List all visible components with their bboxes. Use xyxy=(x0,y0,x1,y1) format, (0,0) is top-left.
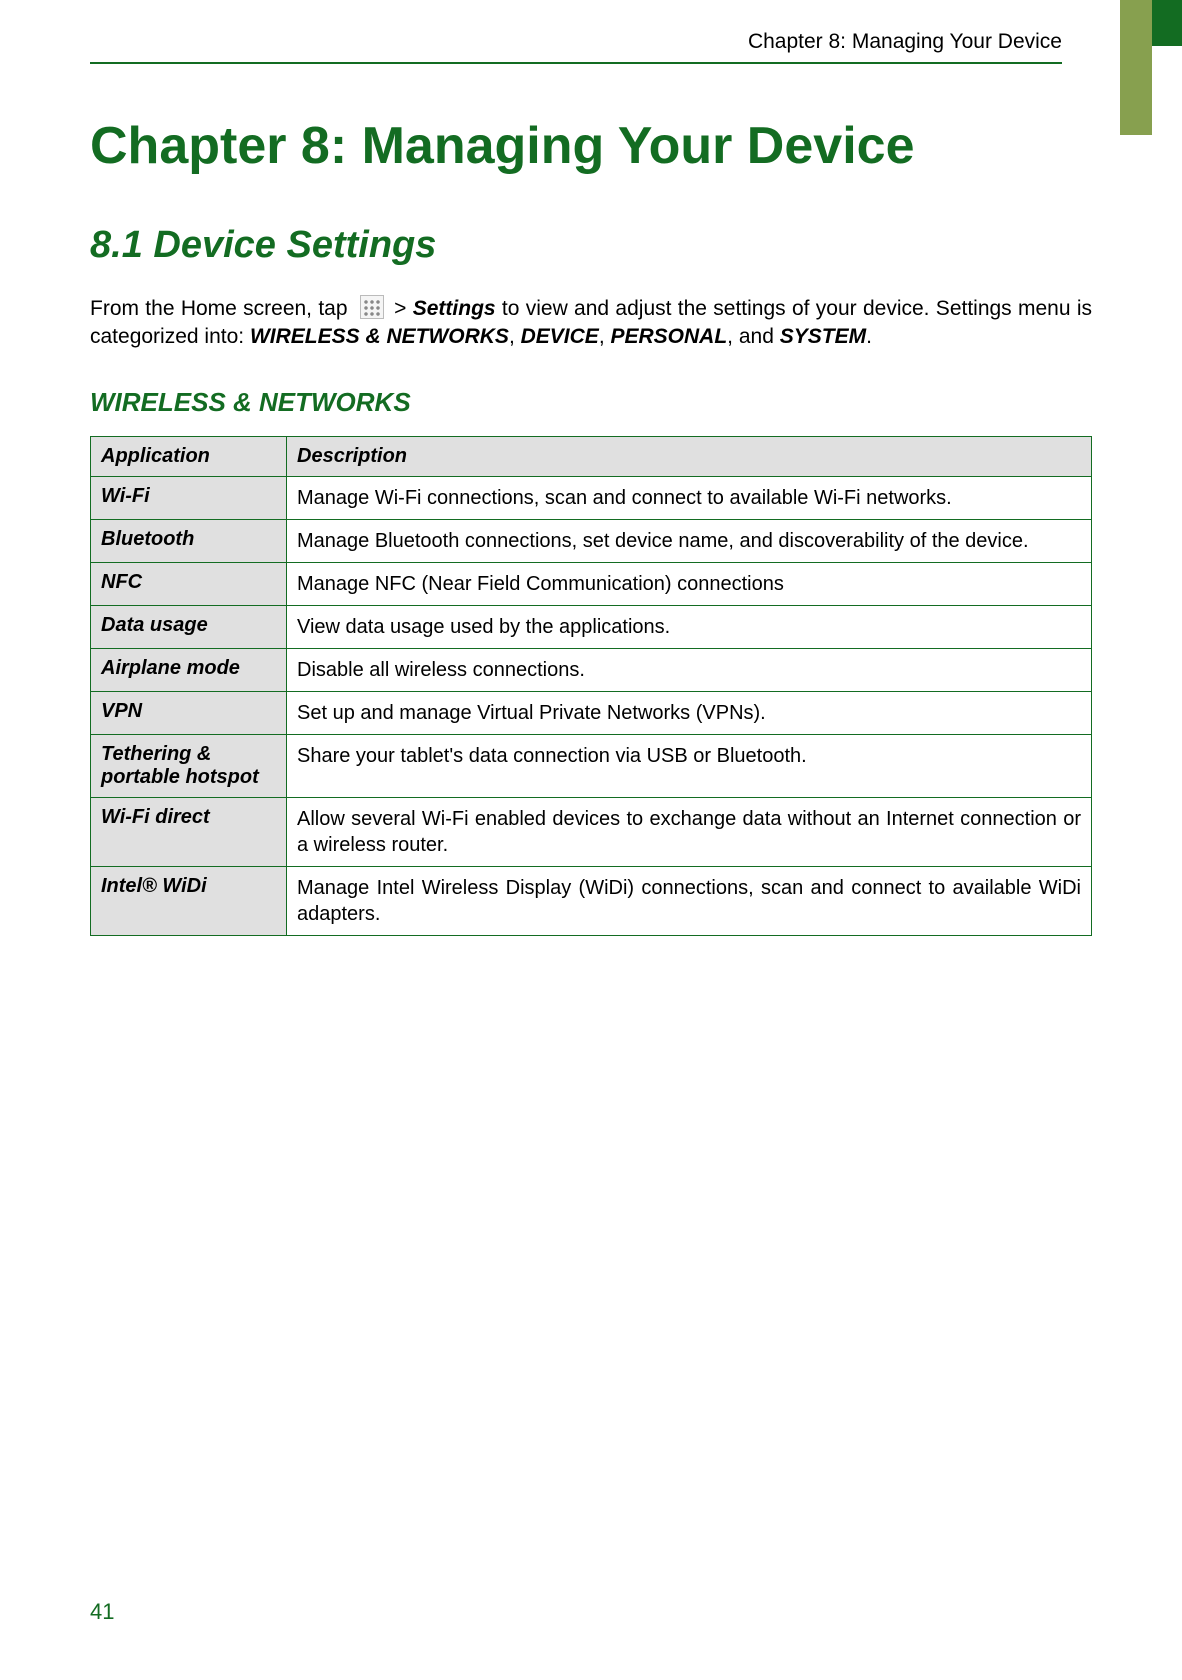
table-row: Wi-Fi direct Allow several Wi-Fi enabled… xyxy=(91,797,1092,866)
section-title: 8.1 Device Settings xyxy=(90,224,1092,267)
subsection-title: WIRELESS & NETWORKS xyxy=(90,387,1092,418)
table-header-row: Application Description xyxy=(91,436,1092,476)
desc-cell: Allow several Wi-Fi enabled devices to e… xyxy=(287,797,1092,866)
app-cell: Data usage xyxy=(91,605,287,648)
table-row: Airplane mode Disable all wireless conne… xyxy=(91,648,1092,691)
intro-end: . xyxy=(866,325,872,348)
table-row: Wi-Fi Manage Wi-Fi connections, scan and… xyxy=(91,476,1092,519)
tab-green xyxy=(1152,0,1182,46)
desc-cell: Manage Wi-Fi connections, scan and conne… xyxy=(287,476,1092,519)
cat-system: SYSTEM xyxy=(780,325,866,348)
settings-table: Application Description Wi-Fi Manage Wi-… xyxy=(90,436,1092,936)
page-corner-tabs xyxy=(1120,0,1182,135)
desc-cell: View data usage used by the applications… xyxy=(287,605,1092,648)
table-row: Bluetooth Manage Bluetooth connections, … xyxy=(91,519,1092,562)
col-header-application: Application xyxy=(91,436,287,476)
desc-cell: Manage NFC (Near Field Communication) co… xyxy=(287,562,1092,605)
app-cell: Airplane mode xyxy=(91,648,287,691)
running-header: Chapter 8: Managing Your Device xyxy=(90,30,1062,64)
settings-word: Settings xyxy=(413,297,496,320)
app-cell: Intel® WiDi xyxy=(91,866,287,935)
table-row: NFC Manage NFC (Near Field Communication… xyxy=(91,562,1092,605)
desc-cell: Share your tablet's data connection via … xyxy=(287,734,1092,797)
document-page: Chapter 8: Managing Your Device Chapter … xyxy=(0,0,1182,1680)
desc-cell: Manage Bluetooth connections, set device… xyxy=(287,519,1092,562)
col-header-description: Description xyxy=(287,436,1092,476)
app-cell: Tethering & portable hotspot xyxy=(91,734,287,797)
cat-device: DEVICE xyxy=(521,325,599,348)
desc-cell: Set up and manage Virtual Private Networ… xyxy=(287,691,1092,734)
desc-cell: Manage Intel Wireless Display (WiDi) con… xyxy=(287,866,1092,935)
app-cell: VPN xyxy=(91,691,287,734)
chapter-title: Chapter 8: Managing Your Device xyxy=(90,114,1092,179)
page-number: 41 xyxy=(90,1599,114,1625)
tab-olive xyxy=(1120,0,1152,135)
app-cell: Wi-Fi direct xyxy=(91,797,287,866)
table-row: Intel® WiDi Manage Intel Wireless Displa… xyxy=(91,866,1092,935)
intro-gt: > xyxy=(388,297,413,320)
desc-cell: Disable all wireless connections. xyxy=(287,648,1092,691)
apps-icon xyxy=(360,295,384,319)
cat-personal: PERSONAL xyxy=(610,325,727,348)
intro-prefix: From the Home screen, tap xyxy=(90,297,354,320)
table-row: Tethering & portable hotspot Share your … xyxy=(91,734,1092,797)
intro-paragraph: From the Home screen, tap > Settings to … xyxy=(90,295,1092,352)
table-row: VPN Set up and manage Virtual Private Ne… xyxy=(91,691,1092,734)
table-row: Data usage View data usage used by the a… xyxy=(91,605,1092,648)
app-cell: Wi-Fi xyxy=(91,476,287,519)
app-cell: Bluetooth xyxy=(91,519,287,562)
cat-wireless: WIRELESS & NETWORKS xyxy=(250,325,509,348)
app-cell: NFC xyxy=(91,562,287,605)
